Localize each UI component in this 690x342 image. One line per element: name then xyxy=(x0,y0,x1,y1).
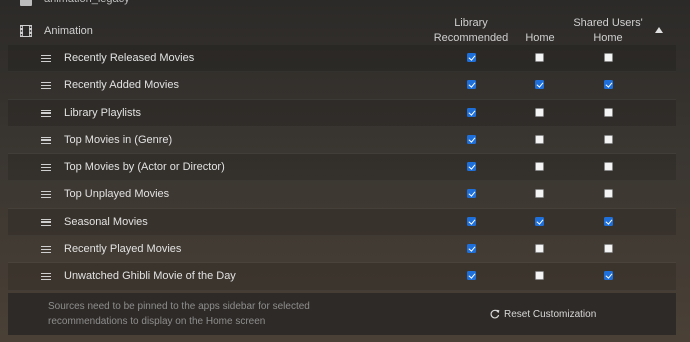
drag-handle-icon[interactable] xyxy=(41,55,51,62)
library-recommended-checkbox[interactable] xyxy=(467,216,476,226)
shared-users-home-checkbox[interactable] xyxy=(604,271,613,281)
drag-handle-icon[interactable] xyxy=(41,273,51,281)
list-item[interactable]: Seasonal Movies xyxy=(8,208,676,237)
row-label: Top Movies by (Actor or Director) xyxy=(64,161,225,174)
section-title: Animation xyxy=(44,25,93,37)
row-label: Unwatched Ghibli Movie of the Day xyxy=(64,270,236,283)
recommendation-list: Recently Released Movies Recently Added M… xyxy=(8,45,676,291)
shared-users-home-checkbox[interactable] xyxy=(604,134,613,144)
drag-handle-icon[interactable] xyxy=(41,82,51,90)
home-checkbox[interactable] xyxy=(535,189,544,199)
pin-note: Sources need to be pinned to the apps si… xyxy=(48,301,310,327)
shared-users-home-checkbox[interactable] xyxy=(604,216,613,226)
film-icon xyxy=(20,25,32,37)
row-label: Seasonal Movies xyxy=(64,215,148,228)
footer-bar: Sources need to be pinned to the apps si… xyxy=(8,293,676,335)
column-header-library-recommended: Library Recommended xyxy=(433,17,509,44)
collapse-arrow-icon[interactable] xyxy=(655,27,663,33)
shared-users-home-checkbox[interactable] xyxy=(604,80,613,90)
library-recommended-checkbox[interactable] xyxy=(467,80,476,90)
library-icon xyxy=(20,0,32,6)
drag-handle-icon[interactable] xyxy=(41,136,51,144)
library-name: animation_legacy xyxy=(44,0,130,5)
list-item[interactable]: Recently Released Movies xyxy=(8,45,676,73)
shared-users-home-checkbox[interactable] xyxy=(604,107,613,117)
drag-handle-icon[interactable] xyxy=(41,191,51,199)
row-label: Recently Added Movies xyxy=(64,79,179,92)
library-recommended-checkbox[interactable] xyxy=(467,244,476,254)
list-item[interactable]: Unwatched Ghibli Movie of the Day xyxy=(8,263,676,291)
column-header-home: Home xyxy=(525,32,555,44)
home-checkbox[interactable] xyxy=(535,244,544,254)
refresh-icon xyxy=(490,309,500,319)
home-checkbox[interactable] xyxy=(535,216,544,226)
home-checkbox[interactable] xyxy=(535,271,544,281)
list-item[interactable]: Recently Added Movies xyxy=(8,72,676,100)
shared-users-home-checkbox[interactable] xyxy=(604,162,613,172)
library-recommended-checkbox[interactable] xyxy=(467,134,476,144)
list-item[interactable]: Top Unplayed Movies xyxy=(8,181,676,209)
reset-label: Reset Customization xyxy=(504,308,597,320)
home-checkbox[interactable] xyxy=(535,107,544,117)
library-recommended-checkbox[interactable] xyxy=(467,107,476,117)
home-checkbox[interactable] xyxy=(535,80,544,90)
home-checkbox[interactable] xyxy=(535,134,544,144)
drag-handle-icon[interactable] xyxy=(41,164,51,172)
library-recommended-checkbox[interactable] xyxy=(467,189,476,199)
drag-handle-icon[interactable] xyxy=(41,218,51,226)
column-header-shared-users-home: Shared Users' Home xyxy=(573,17,643,44)
library-recommended-checkbox[interactable] xyxy=(467,162,476,172)
home-checkbox[interactable] xyxy=(535,53,544,62)
shared-users-home-checkbox[interactable] xyxy=(604,53,613,62)
row-label: Top Movies in (Genre) xyxy=(64,133,173,146)
row-label: Recently Played Movies xyxy=(64,243,182,256)
home-checkbox[interactable] xyxy=(535,162,544,172)
row-label: Recently Released Movies xyxy=(64,52,195,64)
list-item[interactable]: Top Movies by (Actor or Director) xyxy=(8,154,676,182)
shared-users-home-checkbox[interactable] xyxy=(604,244,613,254)
row-label: Top Unplayed Movies xyxy=(64,188,170,201)
library-recommended-checkbox[interactable] xyxy=(467,53,476,62)
list-item[interactable]: Library Playlists xyxy=(8,99,676,127)
list-item[interactable]: Recently Played Movies xyxy=(8,236,676,264)
table-header: Animation Library Recommended Home Share… xyxy=(0,14,690,46)
row-label: Library Playlists xyxy=(64,106,142,119)
drag-handle-icon[interactable] xyxy=(41,246,51,254)
drag-handle-icon[interactable] xyxy=(41,109,51,117)
library-recommended-checkbox[interactable] xyxy=(467,271,476,281)
list-item[interactable]: Top Movies in (Genre) xyxy=(8,127,676,155)
library-row: animation_legacy xyxy=(0,0,690,8)
reset-customization-button[interactable]: Reset Customization xyxy=(490,306,596,322)
shared-users-home-checkbox[interactable] xyxy=(604,189,613,199)
